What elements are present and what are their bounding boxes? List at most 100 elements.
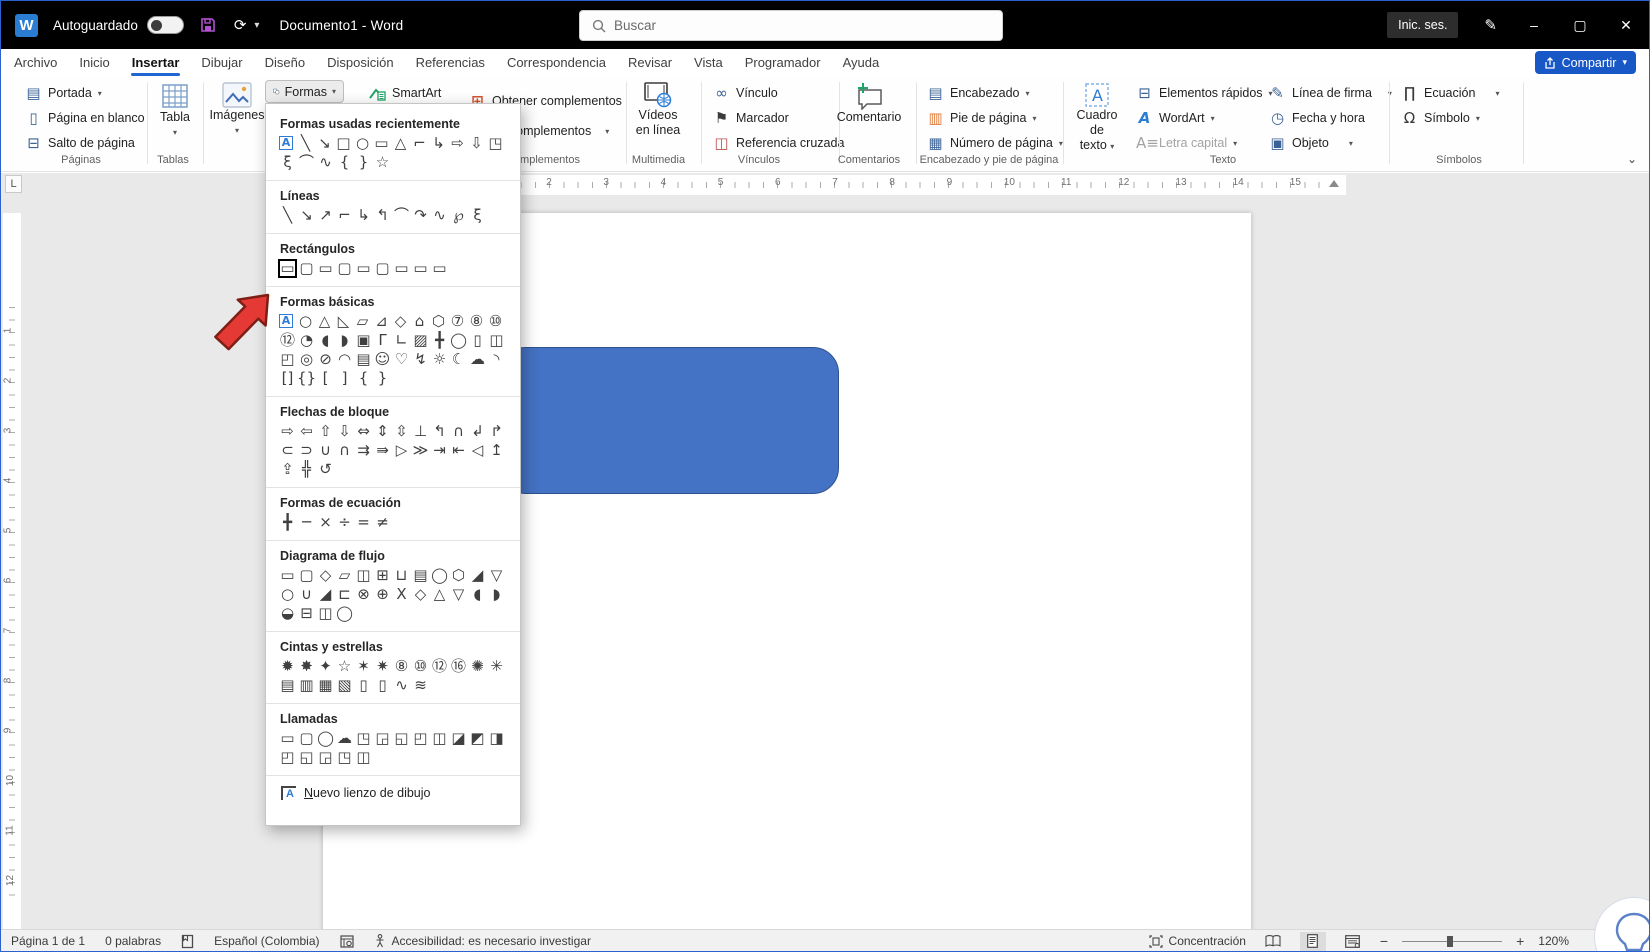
shape-cell[interactable]: ▽ — [487, 566, 506, 585]
shape-cell[interactable]: ◲ — [373, 729, 392, 748]
indent-marker[interactable] — [1329, 180, 1339, 187]
shape-cell[interactable]: ▯ — [468, 331, 487, 350]
online-videos-button[interactable]: Vídeos en línea — [633, 82, 683, 138]
shape-cell[interactable]: Γ — [373, 331, 392, 350]
equation-button[interactable]: ∏ Ecuación ▾ — [1401, 82, 1500, 104]
shape-cell[interactable]: ⇩ — [335, 422, 354, 441]
shape-cell[interactable]: X — [392, 585, 411, 604]
shape-cell[interactable]: ◯ — [449, 331, 468, 350]
object-button[interactable]: ▣ Objeto ▾ — [1269, 132, 1352, 154]
shape-cell[interactable]: ▤ — [354, 350, 373, 369]
shape-cell[interactable]: × — [316, 513, 335, 532]
shape-cell[interactable]: ◇ — [316, 566, 335, 585]
tab-diseño[interactable]: Diseño — [254, 49, 316, 76]
shape-cell[interactable]: ∩ — [449, 422, 468, 441]
shape-cell[interactable]: ◠ — [335, 350, 354, 369]
shape-cell[interactable]: ◳ — [354, 729, 373, 748]
shape-cell[interactable]: ⇨ — [278, 422, 297, 441]
shape-cell[interactable]: ∟ — [392, 331, 411, 350]
shape-cell[interactable]: ╋ — [430, 331, 449, 350]
zoom-out-button[interactable]: − — [1380, 933, 1388, 949]
shape-cell[interactable]: ⊃ — [297, 441, 316, 460]
shape-cell[interactable]: ╲ — [296, 134, 315, 153]
shape-cell[interactable]: ◇ — [391, 312, 410, 331]
focus-mode-button[interactable]: Concentración — [1148, 934, 1246, 948]
footer-button[interactable]: ▥ Pie de página ▾ — [927, 107, 1036, 129]
shape-cell[interactable]: ⬡ — [429, 312, 448, 331]
shape-cell[interactable]: △ — [430, 585, 449, 604]
shape-cell[interactable]: ⇩ — [467, 134, 486, 153]
shape-cell[interactable]: ▯ — [373, 676, 392, 695]
shape-cell[interactable]: ✸ — [297, 657, 316, 676]
shape-cell[interactable]: ◺ — [334, 312, 353, 331]
shape-cell[interactable]: ] — [335, 369, 354, 388]
shape-cell[interactable]: ▱ — [335, 566, 354, 585]
rounded-rectangle-shape[interactable] — [499, 347, 839, 494]
shape-cell[interactable]: ▭ — [278, 566, 297, 585]
read-mode-button[interactable] — [1260, 932, 1286, 951]
shape-cell[interactable]: ╬ — [297, 460, 316, 479]
shape-cell[interactable]: ▱ — [353, 312, 372, 331]
shape-cell[interactable]: ↰ — [373, 206, 392, 225]
shape-cell[interactable]: ◎ — [297, 350, 316, 369]
zoom-slider-thumb[interactable] — [1447, 935, 1454, 947]
shape-cell[interactable]: ↯ — [411, 350, 430, 369]
shape-cell[interactable]: ≫ — [411, 441, 430, 460]
shape-cell[interactable]: ◪ — [449, 729, 468, 748]
autosave-toggle[interactable] — [146, 16, 184, 34]
shape-cell[interactable]: ♡ — [392, 350, 411, 369]
tab-programador[interactable]: Programador — [734, 49, 832, 76]
shape-cell[interactable]: ≠ — [373, 513, 392, 532]
shape-cell[interactable]: ☼ — [430, 350, 449, 369]
share-button[interactable]: Compartir ▾ — [1534, 51, 1636, 74]
web-layout-button[interactable] — [1340, 932, 1366, 951]
shape-cell[interactable]: ✶ — [354, 657, 373, 676]
shape-cell[interactable]: ◲ — [316, 748, 335, 767]
shape-cell[interactable]: ◢ — [468, 566, 487, 585]
shape-cell[interactable]: ◫ — [354, 748, 373, 767]
shape-cell[interactable]: ⇉ — [354, 441, 373, 460]
shape-cell[interactable]: ⑩ — [411, 657, 430, 676]
accessibility-status[interactable]: Accesibilidad: es necesario investigar — [374, 934, 591, 948]
shape-cell[interactable]: ▢ — [373, 259, 392, 278]
shape-cell[interactable]: ◰ — [278, 350, 297, 369]
shape-cell[interactable]: ⑫ — [430, 657, 449, 676]
shape-cell[interactable]: ▽ — [449, 585, 468, 604]
shape-cell[interactable]: ↲ — [468, 422, 487, 441]
tab-referencias[interactable]: Referencias — [405, 49, 496, 76]
shape-cell[interactable]: ⊗ — [354, 585, 373, 604]
quick-parts-button[interactable]: ⊟ Elementos rápidos ▾ — [1136, 82, 1272, 104]
shape-cell[interactable]: ⇦ — [297, 422, 316, 441]
shape-cell[interactable]: ⇪ — [278, 460, 297, 479]
shape-cell[interactable]: ▢ — [297, 566, 316, 585]
zoom-level[interactable]: 120% — [1538, 934, 1569, 948]
shape-cell[interactable]: ◗ — [487, 585, 506, 604]
shape-cell[interactable]: ⑫ — [278, 331, 297, 350]
shapes-button[interactable]: Formas ▾ — [265, 80, 344, 103]
shape-cell[interactable]: ⊞ — [373, 566, 392, 585]
shape-cell[interactable]: ∪ — [297, 585, 316, 604]
shape-cell[interactable]: { — [335, 153, 354, 172]
shape-cell[interactable]: ⊂ — [278, 441, 297, 460]
shape-cell[interactable]: ↷ — [411, 206, 430, 225]
shape-cell[interactable]: ⑧ — [392, 657, 411, 676]
shape-cell[interactable]: ─ — [297, 513, 316, 532]
shape-cell[interactable]: ✦ — [316, 657, 335, 676]
tab-insertar[interactable]: Insertar — [121, 49, 191, 76]
shape-cell[interactable]: □ — [334, 134, 353, 153]
word-logo-icon[interactable]: W — [15, 13, 38, 37]
shape-cell[interactable]: ∩ — [335, 441, 354, 460]
shape-cell[interactable]: ▭ — [372, 134, 391, 153]
text-box-button[interactable]: A Cuadro de texto ▾ — [1069, 82, 1125, 154]
shape-cell[interactable]: ◖ — [316, 331, 335, 350]
shape-cell[interactable]: ✷ — [373, 657, 392, 676]
bookmark-button[interactable]: ⚑ Marcador — [713, 107, 789, 129]
shape-cell[interactable]: ⌐ — [335, 206, 354, 225]
shape-cell[interactable]: ↺ — [316, 460, 335, 479]
vertical-ruler[interactable]: 1 2 3 4 5 6 7 8 9 10 11 12 — [1, 197, 23, 929]
tab-inicio[interactable]: Inicio — [68, 49, 120, 76]
tab-disposición[interactable]: Disposición — [316, 49, 404, 76]
shape-cell[interactable]: ✹ — [278, 657, 297, 676]
shape-cell[interactable]: ⊏ — [335, 585, 354, 604]
horizontal-ruler[interactable]: 123456789101112131415 L — [1, 173, 1649, 197]
